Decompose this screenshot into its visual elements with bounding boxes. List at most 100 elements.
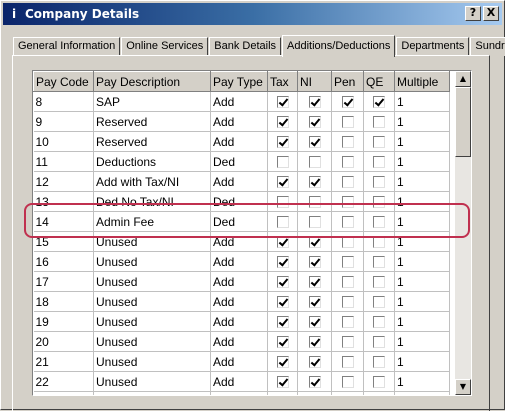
qe-checkbox[interactable] <box>373 176 385 189</box>
tax-checkbox[interactable] <box>276 156 289 169</box>
pay-type-cell[interactable]: Add <box>210 391 268 395</box>
table-row[interactable]: 10 Reserved Add 1 <box>33 131 450 152</box>
pay-code-cell[interactable]: 18 <box>33 291 94 312</box>
table-row[interactable]: 22 Unused Add 1 <box>33 371 450 392</box>
scroll-down-arrow-icon[interactable]: ▼ <box>455 379 471 395</box>
table-row[interactable]: 17 Unused Add 1 <box>33 271 450 292</box>
pen-checkbox[interactable] <box>341 196 354 209</box>
pen-checkbox[interactable] <box>341 376 354 389</box>
pen-checkbox[interactable] <box>341 276 354 289</box>
pay-code-cell[interactable]: 10 <box>33 131 94 152</box>
qe-checkbox[interactable] <box>373 356 385 369</box>
qe-checkbox[interactable] <box>373 96 385 109</box>
pay-description-cell[interactable]: Reserved <box>93 111 211 132</box>
multiple-cell[interactable]: 1 <box>394 231 450 252</box>
tax-checkbox[interactable] <box>276 176 289 189</box>
tax-checkbox[interactable] <box>276 336 289 349</box>
pay-code-cell[interactable]: 23 <box>33 391 94 395</box>
title-bar[interactable]: ⅰ Company Details ? X <box>3 3 502 25</box>
tax-checkbox[interactable] <box>276 236 289 249</box>
multiple-cell[interactable]: 1 <box>394 351 450 372</box>
qe-checkbox[interactable] <box>373 156 385 169</box>
multiple-cell[interactable]: 1 <box>394 311 450 332</box>
pay-type-cell[interactable]: Ded <box>210 191 268 212</box>
tax-checkbox[interactable] <box>276 256 289 269</box>
pen-checkbox[interactable] <box>341 336 354 349</box>
pay-description-cell[interactable]: Unused <box>93 311 211 332</box>
table-row[interactable]: 9 Reserved Add 1 <box>33 111 450 132</box>
tab-online-services[interactable]: Online Services <box>121 37 209 56</box>
pay-type-cell[interactable]: Ded <box>210 211 268 232</box>
pay-description-cell[interactable]: Unused <box>93 371 211 392</box>
table-row[interactable]: 15 Unused Add 1 <box>33 231 450 252</box>
table-row[interactable]: 20 Unused Add 1 <box>33 331 450 352</box>
pay-description-cell[interactable]: Deductions <box>93 151 211 172</box>
table-row[interactable]: 23UnusedAdd 1 <box>33 391 450 395</box>
table-row[interactable]: 21 Unused Add 1 <box>33 351 450 372</box>
ni-checkbox[interactable] <box>308 296 321 309</box>
multiple-cell[interactable]: 1 <box>394 391 450 395</box>
column-header-pen[interactable]: Pen <box>331 71 364 92</box>
pay-code-cell[interactable]: 12 <box>33 171 94 192</box>
tax-checkbox[interactable] <box>276 376 289 389</box>
pay-type-cell[interactable]: Ded <box>210 151 268 172</box>
ni-checkbox[interactable] <box>308 316 321 329</box>
pay-type-cell[interactable]: Add <box>210 351 268 372</box>
qe-checkbox[interactable] <box>373 116 385 129</box>
ni-checkbox[interactable] <box>308 136 321 149</box>
pay-type-cell[interactable]: Add <box>210 91 268 112</box>
pay-description-cell[interactable]: Ded No Tax/NI <box>93 191 211 212</box>
table-row[interactable]: 14 Admin Fee Ded 1 <box>33 211 450 232</box>
pay-type-cell[interactable]: Add <box>210 131 268 152</box>
qe-checkbox[interactable] <box>373 296 385 309</box>
pen-checkbox[interactable] <box>341 156 354 169</box>
pay-type-cell[interactable]: Add <box>210 311 268 332</box>
ni-checkbox[interactable] <box>308 376 321 389</box>
ni-checkbox[interactable] <box>308 156 321 169</box>
pay-description-cell[interactable]: Unused <box>93 271 211 292</box>
column-header-multiple[interactable]: Multiple <box>394 71 450 92</box>
tax-checkbox[interactable] <box>276 136 289 149</box>
tax-checkbox[interactable] <box>276 356 289 369</box>
table-row[interactable]: 13 Ded No Tax/NI Ded 1 <box>33 191 450 212</box>
pay-description-cell[interactable]: Reserved <box>93 131 211 152</box>
qe-checkbox[interactable] <box>373 276 385 289</box>
pay-code-cell[interactable]: 22 <box>33 371 94 392</box>
pen-checkbox[interactable] <box>341 356 354 369</box>
pay-type-cell[interactable]: Add <box>210 271 268 292</box>
table-row[interactable]: 16 Unused Add 1 <box>33 251 450 272</box>
pay-type-cell[interactable]: Add <box>210 331 268 352</box>
scroll-up-arrow-icon[interactable]: ▲ <box>455 71 471 87</box>
pay-description-cell[interactable]: Unused <box>93 391 211 395</box>
column-header-tax[interactable]: Tax <box>267 71 298 92</box>
column-header-pay-description[interactable]: Pay Description <box>93 71 211 92</box>
pay-description-cell[interactable]: Admin Fee <box>93 211 211 232</box>
pay-description-cell[interactable]: Unused <box>93 331 211 352</box>
pen-checkbox[interactable] <box>341 216 354 229</box>
tax-checkbox[interactable] <box>276 316 289 329</box>
multiple-cell[interactable]: 1 <box>394 291 450 312</box>
close-button[interactable]: X <box>483 6 499 21</box>
pen-checkbox[interactable] <box>341 236 354 249</box>
tab-general-information[interactable]: General Information <box>13 37 121 56</box>
tab-sundry[interactable]: Sundry <box>470 37 505 56</box>
pen-checkbox[interactable] <box>341 256 354 269</box>
pay-type-cell[interactable]: Add <box>210 231 268 252</box>
multiple-cell[interactable]: 1 <box>394 191 450 212</box>
tax-checkbox[interactable] <box>276 96 289 109</box>
column-header-pay-type[interactable]: Pay Type <box>210 71 268 92</box>
pay-code-cell[interactable]: 21 <box>33 351 94 372</box>
pay-description-cell[interactable]: SAP <box>93 91 211 112</box>
tax-checkbox[interactable] <box>276 296 289 309</box>
table-row[interactable]: 19 Unused Add 1 <box>33 311 450 332</box>
ni-checkbox[interactable] <box>308 176 321 189</box>
pen-checkbox[interactable] <box>341 176 354 189</box>
pay-description-cell[interactable]: Unused <box>93 231 211 252</box>
pen-checkbox[interactable] <box>341 96 354 109</box>
vertical-scrollbar[interactable]: ▲ ▼ <box>455 71 471 395</box>
pay-type-cell[interactable]: Add <box>210 251 268 272</box>
pen-checkbox[interactable] <box>341 116 354 129</box>
tax-checkbox[interactable] <box>276 276 289 289</box>
tab-bank-details[interactable]: Bank Details <box>209 37 282 56</box>
column-header-qe[interactable]: QE <box>363 71 395 92</box>
